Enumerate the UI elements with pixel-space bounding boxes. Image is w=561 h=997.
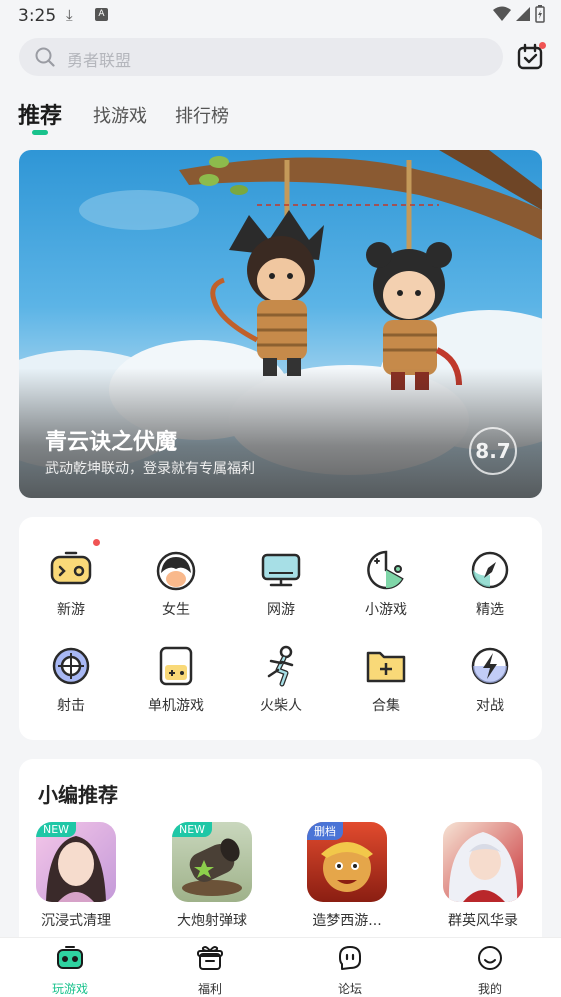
download-icon: ⤓ [66, 6, 73, 24]
category-label: 合集 [372, 698, 400, 714]
category-stickman[interactable]: 火柴人 [236, 643, 326, 715]
game-icon [443, 822, 523, 902]
nav-label: 论坛 [337, 982, 362, 996]
category-label: 新游 [57, 602, 85, 618]
category-collection[interactable]: 合集 [341, 643, 431, 715]
game-icon: NEW [36, 822, 116, 902]
notification-badge-icon: A [95, 8, 108, 21]
featured-banner[interactable]: 青云诀之伏魔 武动乾坤联动，登录就有专属福利 8.7 [19, 150, 542, 498]
active-tab-indicator [32, 130, 48, 135]
search-icon [35, 47, 55, 67]
category-standalone[interactable]: 单机游戏 [131, 643, 221, 715]
girl-face-icon [156, 551, 196, 591]
gamepad-nav-icon [57, 946, 83, 969]
nav-label: 玩游戏 [51, 982, 88, 996]
nav-welfare[interactable]: 福利 [165, 944, 255, 997]
banner-subtitle: 武动乾坤联动，登录就有专属福利 [45, 461, 255, 477]
gamepad-icon [50, 551, 92, 585]
category-female[interactable]: 女生 [131, 547, 221, 619]
battery-icon [535, 5, 545, 23]
nav-profile[interactable]: 我的 [445, 944, 535, 997]
category-label: 射击 [57, 698, 85, 714]
category-online-games[interactable]: 网游 [236, 547, 326, 619]
bottom-navigation: 玩游戏 福利 论坛 我的 [0, 937, 561, 997]
category-label: 火柴人 [260, 698, 302, 714]
editor-picks-section: 小编推荐 NEW 沉浸式清理 NEW 大炮射弹球 删档 造梦西游... 群英风华… [19, 759, 542, 959]
game-name: 大炮射弹球 [177, 913, 247, 929]
game-tag: NEW [36, 822, 77, 837]
calendar-checkin-button[interactable] [516, 42, 546, 72]
category-featured[interactable]: 精选 [445, 547, 535, 619]
tab-rankings[interactable]: 排行榜 [175, 102, 229, 128]
game-name: 沉浸式清理 [41, 913, 111, 929]
nav-label: 我的 [477, 982, 502, 996]
handheld-icon [159, 646, 193, 686]
category-new-games[interactable]: 新游 [26, 539, 116, 619]
game-card[interactable]: 删档 造梦西游... [292, 822, 402, 930]
game-card[interactable]: 群英风华录 [428, 822, 538, 930]
banner-title: 青云诀之伏魔 [45, 430, 178, 455]
search-placeholder: 勇者联盟 [67, 51, 132, 70]
game-tag: 删档 [307, 822, 343, 840]
gift-icon [197, 946, 223, 970]
game-name: 群英风华录 [448, 913, 518, 929]
smiley-icon [478, 946, 502, 970]
chat-bubble-icon [339, 946, 361, 970]
crosshair-icon [52, 647, 90, 685]
game-icon: NEW [172, 822, 252, 902]
banner-score-badge: 8.7 [469, 427, 517, 475]
game-card[interactable]: NEW 沉浸式清理 [21, 822, 131, 930]
category-label: 网游 [267, 602, 295, 618]
nav-label: 福利 [197, 982, 222, 996]
monitor-icon [261, 553, 301, 587]
category-grid: 新游 女生 网游 小游戏 精选 射击 单机游戏 火柴人 合集 对战 [19, 517, 542, 740]
tab-find-games[interactable]: 找游戏 [93, 102, 147, 128]
status-bar: 3:25 ⤓ A [0, 0, 561, 32]
game-card[interactable]: NEW 大炮射弹球 [157, 822, 267, 930]
signal-icon [516, 7, 530, 21]
status-time: 3:25 [18, 6, 57, 26]
category-battle[interactable]: 对战 [445, 643, 535, 715]
nav-forum[interactable]: 论坛 [305, 944, 395, 997]
category-shooting[interactable]: 射击 [26, 643, 116, 715]
stickman-icon [267, 645, 294, 687]
search-bar[interactable]: 勇者联盟 [19, 38, 503, 76]
wifi-icon [493, 6, 511, 21]
game-tag: NEW [172, 822, 213, 837]
new-games-dot [93, 539, 100, 546]
nav-play-games[interactable]: 玩游戏 [25, 944, 115, 997]
compass-icon [471, 551, 509, 589]
calendar-notification-dot [539, 42, 546, 49]
category-label: 小游戏 [365, 602, 407, 618]
folder-plus-icon [366, 651, 406, 683]
category-label: 对战 [476, 698, 504, 714]
category-mini-games[interactable]: 小游戏 [341, 547, 431, 619]
pacman-icon [367, 550, 404, 590]
game-icon: 删档 [307, 822, 387, 902]
section-title: 小编推荐 [38, 783, 118, 807]
game-name: 造梦西游... [312, 913, 382, 929]
category-label: 女生 [162, 602, 190, 618]
category-label: 单机游戏 [148, 698, 204, 714]
lightning-icon [471, 647, 509, 685]
tab-recommend[interactable]: 推荐 [18, 98, 62, 130]
category-label: 精选 [476, 602, 504, 618]
